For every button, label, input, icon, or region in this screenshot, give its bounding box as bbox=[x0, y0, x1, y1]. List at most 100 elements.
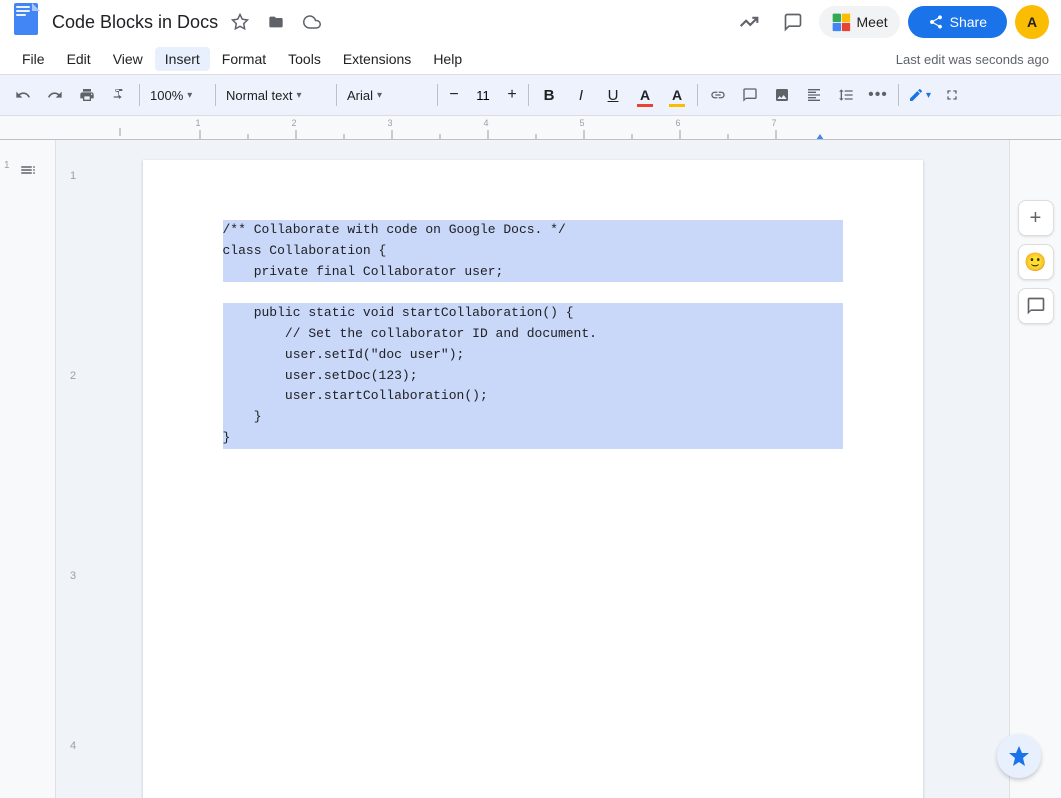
svg-text:1: 1 bbox=[195, 118, 200, 128]
comment-action-icon bbox=[1026, 296, 1046, 316]
code-block: /** Collaborate with code on Google Docs… bbox=[223, 220, 843, 449]
divider-6 bbox=[697, 84, 698, 106]
menu-format[interactable]: Format bbox=[212, 47, 276, 71]
highlight-button[interactable]: A bbox=[662, 80, 692, 110]
font-size-input[interactable]: 11 bbox=[467, 82, 499, 108]
link-button[interactable] bbox=[703, 80, 733, 110]
code-line-2: private final Collaborator user; bbox=[223, 262, 843, 283]
outline-button[interactable] bbox=[10, 152, 46, 188]
code-line-3 bbox=[223, 282, 843, 303]
italic-button[interactable]: I bbox=[566, 80, 596, 110]
comment-button[interactable] bbox=[735, 80, 765, 110]
font-select[interactable]: Arial ▾ bbox=[342, 81, 432, 109]
page-marker-1: 1 bbox=[4, 160, 10, 171]
font-size-control: − 11 + bbox=[443, 80, 523, 110]
svg-text:6: 6 bbox=[675, 118, 680, 128]
menu-bar: File Edit View Insert Format Tools Exten… bbox=[0, 44, 1061, 74]
emoji-icon: 🙂 bbox=[1024, 252, 1046, 273]
line-spacing-button[interactable] bbox=[831, 80, 861, 110]
comment-action-button[interactable] bbox=[1018, 288, 1054, 324]
meet-label: Meet bbox=[857, 14, 888, 30]
zoom-value: 100% bbox=[150, 88, 183, 103]
docs-logo bbox=[12, 3, 44, 41]
page-markers: 1 bbox=[4, 160, 10, 171]
text-color-button[interactable]: A bbox=[630, 80, 660, 110]
header-right: Meet Share A bbox=[731, 4, 1049, 40]
left-sidebar: 1 bbox=[0, 140, 56, 798]
last-edit-text: Last edit was seconds ago bbox=[896, 52, 1049, 67]
svg-text:3: 3 bbox=[387, 118, 392, 128]
cloud-button[interactable] bbox=[298, 8, 326, 36]
divider-7 bbox=[898, 84, 899, 106]
right-panel: + 🙂 bbox=[1009, 140, 1061, 798]
code-line-8: user.startCollaboration(); bbox=[223, 386, 843, 407]
code-line-10: } bbox=[223, 428, 843, 449]
page-num-4: 4 bbox=[70, 740, 76, 752]
document-page: /** Collaborate with code on Google Docs… bbox=[143, 160, 923, 798]
code-line-0: /** Collaborate with code on Google Docs… bbox=[223, 220, 843, 241]
menu-extensions[interactable]: Extensions bbox=[333, 47, 421, 71]
emoji-action-button[interactable]: 🙂 bbox=[1018, 244, 1054, 280]
code-line-6: user.setId("doc user"); bbox=[223, 345, 843, 366]
divider-1 bbox=[139, 84, 140, 106]
code-line-1: class Collaboration { bbox=[223, 241, 843, 262]
comments-button[interactable] bbox=[775, 4, 811, 40]
undo-button[interactable] bbox=[8, 80, 38, 110]
add-action-button[interactable]: + bbox=[1018, 200, 1054, 236]
document-area[interactable]: 1 2 3 4 /** Collaborate with code on Goo… bbox=[56, 140, 1009, 798]
underline-button[interactable]: U bbox=[598, 80, 628, 110]
code-line-4: public static void startCollaboration() … bbox=[223, 303, 843, 324]
svg-text:4: 4 bbox=[483, 118, 488, 128]
gemini-icon bbox=[1007, 744, 1031, 768]
style-value: Normal text bbox=[226, 88, 292, 103]
italic-label: I bbox=[579, 87, 583, 104]
trend-button[interactable] bbox=[731, 4, 767, 40]
divider-4 bbox=[437, 84, 438, 106]
font-size-increase[interactable]: + bbox=[501, 80, 523, 110]
code-line-7: user.setDoc(123); bbox=[223, 366, 843, 387]
page-num-2: 2 bbox=[70, 370, 76, 382]
font-size-decrease[interactable]: − bbox=[443, 80, 465, 110]
underline-label: U bbox=[608, 87, 619, 104]
add-icon: + bbox=[1030, 207, 1042, 230]
code-line-5: // Set the collaborator ID and document. bbox=[223, 324, 843, 345]
style-select[interactable]: Normal text ▾ bbox=[221, 81, 331, 109]
doc-title[interactable]: Code Blocks in Docs bbox=[52, 12, 218, 33]
text-color-indicator bbox=[637, 104, 653, 107]
divider-2 bbox=[215, 84, 216, 106]
menu-edit[interactable]: Edit bbox=[57, 47, 101, 71]
expand-button[interactable] bbox=[937, 80, 967, 110]
menu-tools[interactable]: Tools bbox=[278, 47, 331, 71]
ruler: 1 2 3 4 5 6 7 bbox=[0, 116, 1061, 140]
edit-mode-button[interactable]: ▾ bbox=[904, 80, 935, 110]
user-avatar[interactable]: A bbox=[1015, 5, 1049, 39]
meet-button[interactable]: Meet bbox=[819, 6, 900, 38]
menu-view[interactable]: View bbox=[103, 47, 153, 71]
folder-button[interactable] bbox=[262, 8, 290, 36]
svg-text:7: 7 bbox=[771, 118, 776, 128]
svg-text:5: 5 bbox=[579, 118, 584, 128]
code-line-9: } bbox=[223, 407, 843, 428]
gemini-button[interactable] bbox=[997, 734, 1041, 778]
title-bar: Code Blocks in Docs Meet Share A bbox=[0, 0, 1061, 44]
zoom-select[interactable]: 100% ▾ bbox=[145, 81, 210, 109]
align-button[interactable] bbox=[799, 80, 829, 110]
divider-5 bbox=[528, 84, 529, 106]
more-button[interactable]: ••• bbox=[863, 80, 893, 110]
print-button[interactable] bbox=[72, 80, 102, 110]
star-button[interactable] bbox=[226, 8, 254, 36]
toolbar: 100% ▾ Normal text ▾ Arial ▾ − 11 + B I … bbox=[0, 74, 1061, 116]
edit-mode-chevron: ▾ bbox=[926, 90, 931, 101]
redo-button[interactable] bbox=[40, 80, 70, 110]
image-button[interactable] bbox=[767, 80, 797, 110]
paint-format-button[interactable] bbox=[104, 80, 134, 110]
more-icon: ••• bbox=[868, 86, 888, 104]
menu-insert[interactable]: Insert bbox=[155, 47, 210, 71]
zoom-chevron: ▾ bbox=[187, 90, 192, 101]
page-num-3: 3 bbox=[70, 570, 76, 582]
menu-help[interactable]: Help bbox=[423, 47, 472, 71]
share-button[interactable]: Share bbox=[908, 6, 1007, 38]
page-num-1: 1 bbox=[70, 170, 76, 182]
bold-button[interactable]: B bbox=[534, 80, 564, 110]
menu-file[interactable]: File bbox=[12, 47, 55, 71]
